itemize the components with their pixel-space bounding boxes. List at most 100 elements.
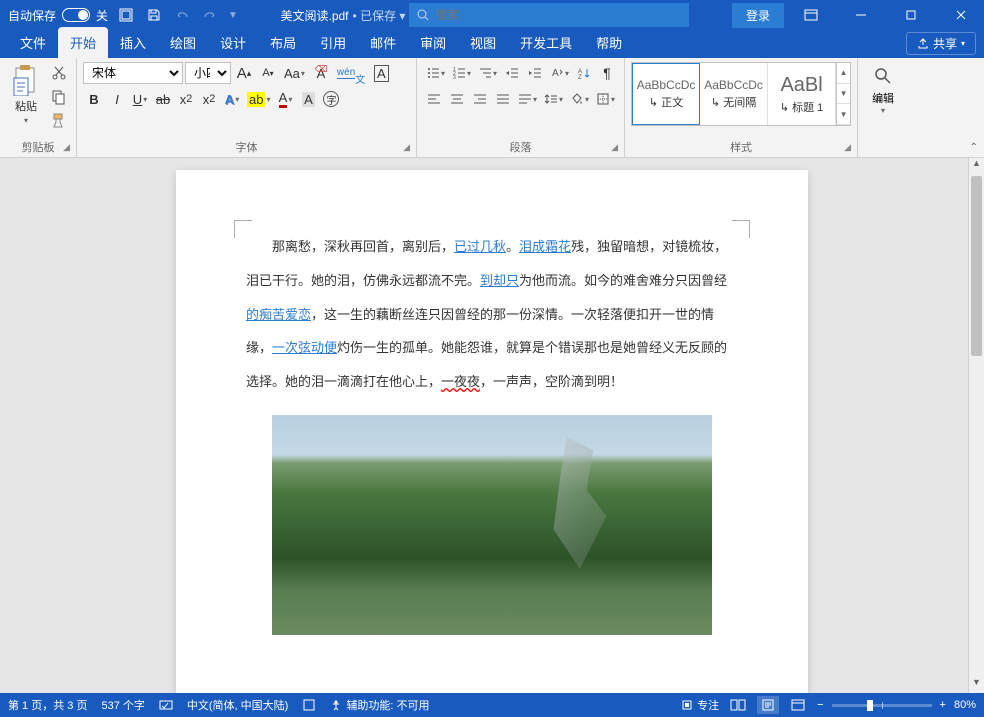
zoom-slider[interactable]	[832, 704, 932, 707]
collapse-ribbon-icon[interactable]: ⌃	[970, 142, 978, 153]
justify-icon[interactable]	[492, 88, 514, 110]
style-正文[interactable]: AaBbCcDc↳ 正文	[632, 63, 700, 125]
font-family-select[interactable]: 宋体	[83, 62, 183, 84]
zoom-handle[interactable]	[867, 700, 873, 711]
paste-button[interactable]: 粘贴 ▾	[6, 62, 46, 127]
zoom-level[interactable]: 80%	[954, 699, 976, 711]
share-button[interactable]: 共享 ▾	[906, 32, 976, 55]
borders-icon[interactable]: ▾	[593, 88, 618, 110]
styles-launcher-icon[interactable]: ◢	[844, 142, 851, 153]
maximize-icon[interactable]	[888, 0, 934, 30]
increase-indent-icon[interactable]	[524, 62, 546, 84]
style-标题 1[interactable]: AaBl↳ 标题 1	[768, 63, 836, 125]
close-icon[interactable]	[938, 0, 984, 30]
phonetic-guide-icon[interactable]: wén文	[334, 62, 368, 84]
strikethrough-icon[interactable]: ab	[152, 88, 174, 110]
redo-icon[interactable]	[200, 5, 220, 25]
clipboard-launcher-icon[interactable]: ◢	[63, 142, 70, 153]
print-layout-icon[interactable]	[757, 696, 779, 714]
format-painter-icon[interactable]	[50, 112, 68, 130]
web-layout-icon[interactable]	[787, 696, 809, 714]
save-icon[interactable]	[144, 5, 164, 25]
underline-icon[interactable]: U▾	[129, 88, 151, 110]
styles-gallery[interactable]: AaBbCcDc↳ 正文AaBbCcDc↳ 无间隔AaBl↳ 标题 1▲▼▼	[631, 62, 851, 126]
tab-布局[interactable]: 布局	[258, 27, 308, 58]
font-color-icon[interactable]: A▾	[274, 88, 296, 110]
tab-开发工具[interactable]: 开发工具	[508, 27, 584, 58]
distribute-icon[interactable]: ▾	[515, 88, 540, 110]
minimize-icon[interactable]	[838, 0, 884, 30]
document-paragraph[interactable]: 那离愁，深秋再回首，离别后，已过几秋。泪成霜花残，独留暗想，对镜梳妆，泪已干行。…	[246, 230, 738, 399]
char-border-icon[interactable]: A	[370, 62, 392, 84]
spellcheck-icon[interactable]	[159, 697, 173, 713]
line-spacing-icon[interactable]: ▾	[541, 88, 566, 110]
char-shading-icon[interactable]: A	[297, 88, 319, 110]
language-indicator[interactable]: 中文(简体, 中国大陆)	[187, 697, 288, 713]
enclose-char-icon[interactable]: 字	[320, 88, 342, 110]
scrollbar-thumb[interactable]	[971, 176, 982, 356]
focus-mode[interactable]: 专注	[681, 697, 719, 713]
decrease-indent-icon[interactable]	[501, 62, 523, 84]
ribbon-display-icon[interactable]	[788, 0, 834, 30]
bullets-icon[interactable]: ▾	[423, 62, 448, 84]
autosave-toggle[interactable]: 自动保存 关	[8, 7, 108, 24]
copy-icon[interactable]	[50, 88, 68, 106]
shrink-font-icon[interactable]: A▾	[257, 62, 279, 84]
superscript-icon[interactable]: x2	[198, 88, 220, 110]
word-count[interactable]: 537 个字	[101, 697, 144, 713]
align-right-icon[interactable]	[469, 88, 491, 110]
tab-帮助[interactable]: 帮助	[584, 27, 634, 58]
accessibility-status[interactable]: 辅助功能: 不可用	[330, 697, 429, 713]
font-launcher-icon[interactable]: ◢	[403, 142, 410, 153]
numbering-icon[interactable]: 123▾	[449, 62, 474, 84]
read-mode-icon[interactable]	[727, 696, 749, 714]
tab-引用[interactable]: 引用	[308, 27, 358, 58]
style-无间隔[interactable]: AaBbCcDc↳ 无间隔	[700, 63, 768, 125]
grow-font-icon[interactable]: A▴	[233, 62, 255, 84]
tab-邮件[interactable]: 邮件	[358, 27, 408, 58]
search-input[interactable]	[435, 8, 681, 22]
search-box[interactable]	[409, 3, 689, 27]
login-button[interactable]: 登录	[732, 3, 784, 28]
tab-审阅[interactable]: 审阅	[408, 27, 458, 58]
bold-icon[interactable]: B	[83, 88, 105, 110]
subscript-icon[interactable]: x2	[175, 88, 197, 110]
zoom-in-icon[interactable]: +	[940, 699, 946, 711]
style-up-icon[interactable]: ▲	[837, 63, 850, 84]
tab-文件[interactable]: 文件	[8, 27, 58, 58]
undo-icon[interactable]	[172, 5, 192, 25]
cut-icon[interactable]	[50, 64, 68, 82]
tab-插入[interactable]: 插入	[108, 27, 158, 58]
zoom-out-icon[interactable]: −	[817, 699, 823, 711]
find-button[interactable]: 编辑 ▾	[864, 62, 902, 119]
multilevel-list-icon[interactable]: ▾	[475, 62, 500, 84]
tab-视图[interactable]: 视图	[458, 27, 508, 58]
page-indicator[interactable]: 第 1 页，共 3 页	[8, 697, 87, 713]
tab-设计[interactable]: 设计	[208, 27, 258, 58]
clear-format-icon[interactable]: A⌫	[310, 62, 332, 84]
style-more-icon[interactable]: ▼	[837, 104, 850, 125]
document-area[interactable]: 那离愁，深秋再回首，离别后，已过几秋。泪成霜花残，独留暗想，对镜梳妆，泪已干行。…	[0, 158, 984, 693]
sort-icon[interactable]: AZ	[573, 62, 595, 84]
style-down-icon[interactable]: ▼	[837, 84, 850, 105]
align-left-icon[interactable]	[423, 88, 445, 110]
scroll-down-icon[interactable]: ▼	[969, 677, 984, 693]
italic-icon[interactable]: I	[106, 88, 128, 110]
tab-开始[interactable]: 开始	[58, 27, 108, 58]
document-image[interactable]	[272, 415, 712, 635]
shading-icon[interactable]: ▾	[567, 88, 592, 110]
vertical-scrollbar[interactable]: ▲ ▼	[968, 158, 984, 693]
macro-icon[interactable]	[302, 697, 316, 713]
text-effects-icon[interactable]: A▾	[221, 88, 243, 110]
scroll-up-icon[interactable]: ▲	[969, 158, 984, 174]
tab-绘图[interactable]: 绘图	[158, 27, 208, 58]
align-center-icon[interactable]	[446, 88, 468, 110]
change-case-icon[interactable]: Aa▾	[281, 62, 308, 84]
paragraph-launcher-icon[interactable]: ◢	[611, 142, 618, 153]
toggle-switch[interactable]	[62, 8, 90, 22]
show-marks-icon[interactable]: ¶	[596, 62, 618, 84]
asian-layout-icon[interactable]: A▾	[547, 62, 572, 84]
window-icon[interactable]	[116, 5, 136, 25]
font-size-select[interactable]: 小四	[185, 62, 231, 84]
highlight-icon[interactable]: ab▾	[244, 88, 273, 110]
